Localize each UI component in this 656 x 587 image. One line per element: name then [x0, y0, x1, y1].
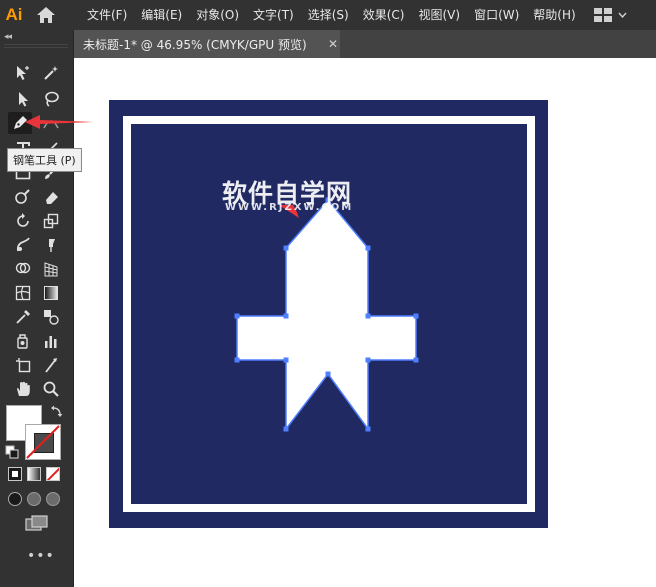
hand-icon[interactable] — [11, 378, 35, 400]
color-mode-row — [8, 467, 60, 481]
artwork — [109, 100, 548, 528]
artboard-icon[interactable] — [11, 354, 35, 376]
close-tab-icon[interactable]: ✕ — [328, 37, 338, 51]
symbol-sprayer-icon[interactable] — [11, 330, 35, 352]
zoom-icon[interactable] — [39, 378, 63, 400]
menu-edit[interactable]: 编辑(E) — [134, 0, 189, 30]
lasso-icon[interactable] — [39, 88, 63, 110]
stroke-color-swatch[interactable] — [25, 424, 61, 460]
rotate-icon[interactable] — [11, 210, 35, 232]
workspace-switcher[interactable] — [594, 0, 627, 30]
gradient-mode-button[interactable] — [27, 467, 41, 481]
warp-icon[interactable] — [11, 234, 35, 256]
none-mode-button[interactable] — [46, 467, 60, 481]
menu-object[interactable]: 对象(O) — [189, 0, 246, 30]
menu-view[interactable]: 视图(V) — [411, 0, 467, 30]
mesh-icon[interactable] — [11, 282, 35, 304]
puppet-warp-icon[interactable] — [39, 234, 63, 256]
menu-help[interactable]: 帮助(H) — [526, 0, 582, 30]
draw-behind-button[interactable] — [27, 492, 41, 506]
menu-select[interactable]: 选择(S) — [301, 0, 356, 30]
menu-effect[interactable]: 效果(C) — [356, 0, 412, 30]
document-tab-bar: 未标题-1* @ 46.95% (CMYK/GPU 预览) ✕ — [74, 30, 656, 58]
canvas[interactable]: 软件自学网 WWW.RJZXW.COM — [74, 58, 656, 587]
eraser-icon[interactable] — [39, 186, 63, 208]
menu-file[interactable]: 文件(F) — [80, 0, 134, 30]
draw-mode-row — [8, 492, 60, 506]
swap-fill-stroke-icon[interactable] — [50, 404, 64, 418]
color-mode-button[interactable] — [8, 467, 22, 481]
default-fill-stroke-icon[interactable] — [5, 445, 19, 459]
menu-items: 文件(F) 编辑(E) 对象(O) 文字(T) 选择(S) 效果(C) 视图(V… — [80, 0, 583, 30]
draw-normal-button[interactable] — [8, 492, 22, 506]
menu-bar: Ai 文件(F) 编辑(E) 对象(O) 文字(T) 选择(S) 效果(C) 视… — [0, 0, 656, 30]
pen-tool-tooltip: 钢笔工具 (P) — [7, 148, 82, 172]
document-tab[interactable]: 未标题-1* @ 46.95% (CMYK/GPU 预览) — [74, 30, 340, 58]
direct-selection-icon[interactable] — [11, 88, 35, 110]
panel-grip[interactable] — [4, 44, 68, 48]
edit-toolbar-button[interactable]: ••• — [27, 548, 55, 564]
annotation-arrow-icon — [25, 115, 94, 129]
menu-window[interactable]: 窗口(W) — [467, 0, 526, 30]
watermark-url: WWW.RJZXW.COM — [225, 202, 354, 213]
perspective-grid-icon[interactable] — [39, 258, 63, 280]
shaper-icon[interactable] — [11, 186, 35, 208]
blend-icon[interactable] — [39, 306, 63, 328]
screen-mode-icon[interactable] — [25, 515, 49, 531]
app-logo: Ai — [5, 5, 23, 24]
menu-type[interactable]: 文字(T) — [246, 0, 301, 30]
slice-icon[interactable] — [39, 354, 63, 376]
eyedropper-icon[interactable] — [11, 306, 35, 328]
collapse-panel-button[interactable]: ◂◂ — [4, 32, 12, 42]
home-button[interactable] — [28, 0, 64, 30]
chevron-down-icon — [618, 12, 627, 18]
home-icon — [37, 7, 55, 23]
document-tab-title: 未标题-1* @ 46.95% (CMYK/GPU 预览) — [83, 37, 307, 52]
column-graph-icon[interactable] — [39, 330, 63, 352]
workspace-grid-icon — [594, 8, 612, 22]
none-slash-icon — [26, 425, 60, 459]
magic-wand-icon[interactable] — [39, 62, 63, 84]
draw-inside-button[interactable] — [46, 492, 60, 506]
scale-icon[interactable] — [39, 210, 63, 232]
selection-icon[interactable] — [11, 62, 35, 84]
gradient-icon[interactable] — [39, 282, 63, 304]
shape-builder-icon[interactable] — [11, 258, 35, 280]
